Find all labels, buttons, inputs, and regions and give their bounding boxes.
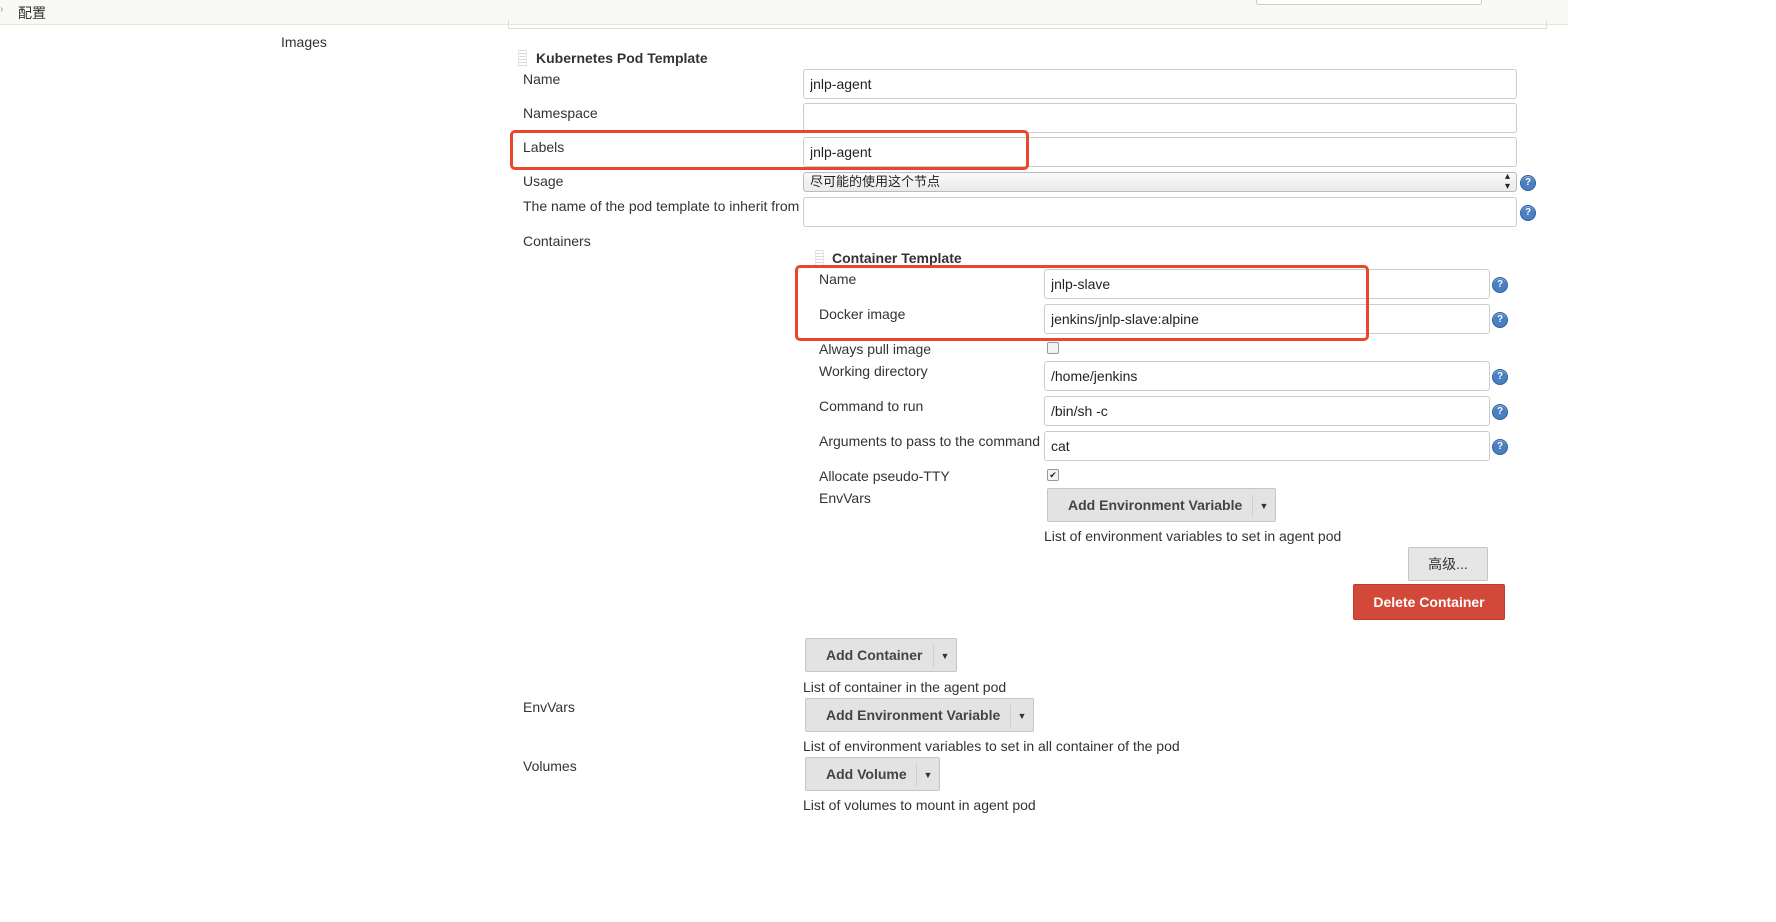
help-icon[interactable]: ? xyxy=(1492,277,1508,293)
usage-select-value: 尽可能的使用这个节点 xyxy=(810,174,941,189)
outer-section-border xyxy=(508,20,1547,29)
delete-container-button[interactable]: Delete Container xyxy=(1353,584,1505,620)
inherit-input[interactable] xyxy=(803,197,1517,227)
container-highlight-box xyxy=(795,265,1369,341)
checkmark-icon: ✔ xyxy=(1049,470,1057,480)
top-search-box[interactable] xyxy=(1256,0,1482,5)
pod-add-env-button-label: Add Environment Variable xyxy=(826,707,1001,723)
container-add-env-button-label: Add Environment Variable xyxy=(1068,497,1243,513)
help-icon[interactable]: ? xyxy=(1520,205,1536,221)
namespace-input[interactable] xyxy=(803,103,1517,133)
container-envvars-desc: List of environment variables to set in … xyxy=(1044,528,1342,544)
help-icon[interactable]: ? xyxy=(1492,404,1508,420)
containers-desc: List of container in the agent pod xyxy=(803,679,1007,695)
tty-label: Allocate pseudo-TTY xyxy=(819,468,950,484)
working-dir-input[interactable] xyxy=(1044,361,1490,391)
help-icon[interactable]: ? xyxy=(1492,369,1508,385)
pod-envvars-label: EnvVars xyxy=(523,699,575,715)
breadcrumb-arrow-icon: › xyxy=(0,4,4,15)
drag-handle-icon[interactable] xyxy=(518,50,527,67)
args-input[interactable] xyxy=(1044,431,1490,461)
add-container-button-label: Add Container xyxy=(826,647,923,663)
labels-highlight-box xyxy=(510,130,1029,170)
help-icon[interactable]: ? xyxy=(1492,439,1508,455)
breadcrumb-config[interactable]: 配置 xyxy=(18,3,46,23)
pod-name-label: Name xyxy=(523,71,561,87)
args-label: Arguments to pass to the command xyxy=(819,433,1040,449)
pod-name-input[interactable] xyxy=(803,69,1517,99)
dropdown-caret-icon[interactable]: ▼ xyxy=(1252,495,1275,517)
pod-envvars-desc: List of environment variables to set in … xyxy=(803,738,1180,754)
containers-label: Containers xyxy=(523,233,591,249)
usage-label: Usage xyxy=(523,173,564,189)
usage-select[interactable]: 尽可能的使用这个节点 ▴ ▾ xyxy=(803,172,1517,192)
volumes-label: Volumes xyxy=(523,758,577,774)
tty-checkbox[interactable]: ✔ xyxy=(1047,469,1059,481)
inherit-label: The name of the pod template to inherit … xyxy=(523,198,800,214)
working-dir-label: Working directory xyxy=(819,363,928,379)
dropdown-caret-icon[interactable]: ▼ xyxy=(1010,705,1033,727)
help-icon[interactable]: ? xyxy=(1492,312,1508,328)
command-input[interactable] xyxy=(1044,396,1490,426)
dropdown-caret-icon[interactable]: ▼ xyxy=(933,645,956,667)
add-volume-button-label: Add Volume xyxy=(826,766,907,782)
select-arrows-icon: ▴ ▾ xyxy=(1504,171,1510,192)
always-pull-checkbox[interactable] xyxy=(1047,342,1059,354)
add-container-button[interactable]: Add Container ▼ xyxy=(805,638,957,672)
advanced-button[interactable]: 高级... xyxy=(1408,547,1488,581)
always-pull-label: Always pull image xyxy=(819,341,932,357)
add-volume-button[interactable]: Add Volume ▼ xyxy=(805,757,940,791)
container-envvars-label: EnvVars xyxy=(819,490,871,506)
namespace-label: Namespace xyxy=(523,105,598,121)
help-icon[interactable]: ? xyxy=(1520,175,1536,191)
command-label: Command to run xyxy=(819,398,924,414)
pod-add-env-button[interactable]: Add Environment Variable ▼ xyxy=(805,698,1034,732)
pod-template-title: Kubernetes Pod Template xyxy=(536,50,708,66)
volumes-desc: List of volumes to mount in agent pod xyxy=(803,797,1036,813)
container-template-title: Container Template xyxy=(832,250,962,266)
images-label: Images xyxy=(281,34,327,50)
dropdown-caret-icon[interactable]: ▼ xyxy=(916,764,939,786)
container-add-env-button[interactable]: Add Environment Variable ▼ xyxy=(1047,488,1276,522)
